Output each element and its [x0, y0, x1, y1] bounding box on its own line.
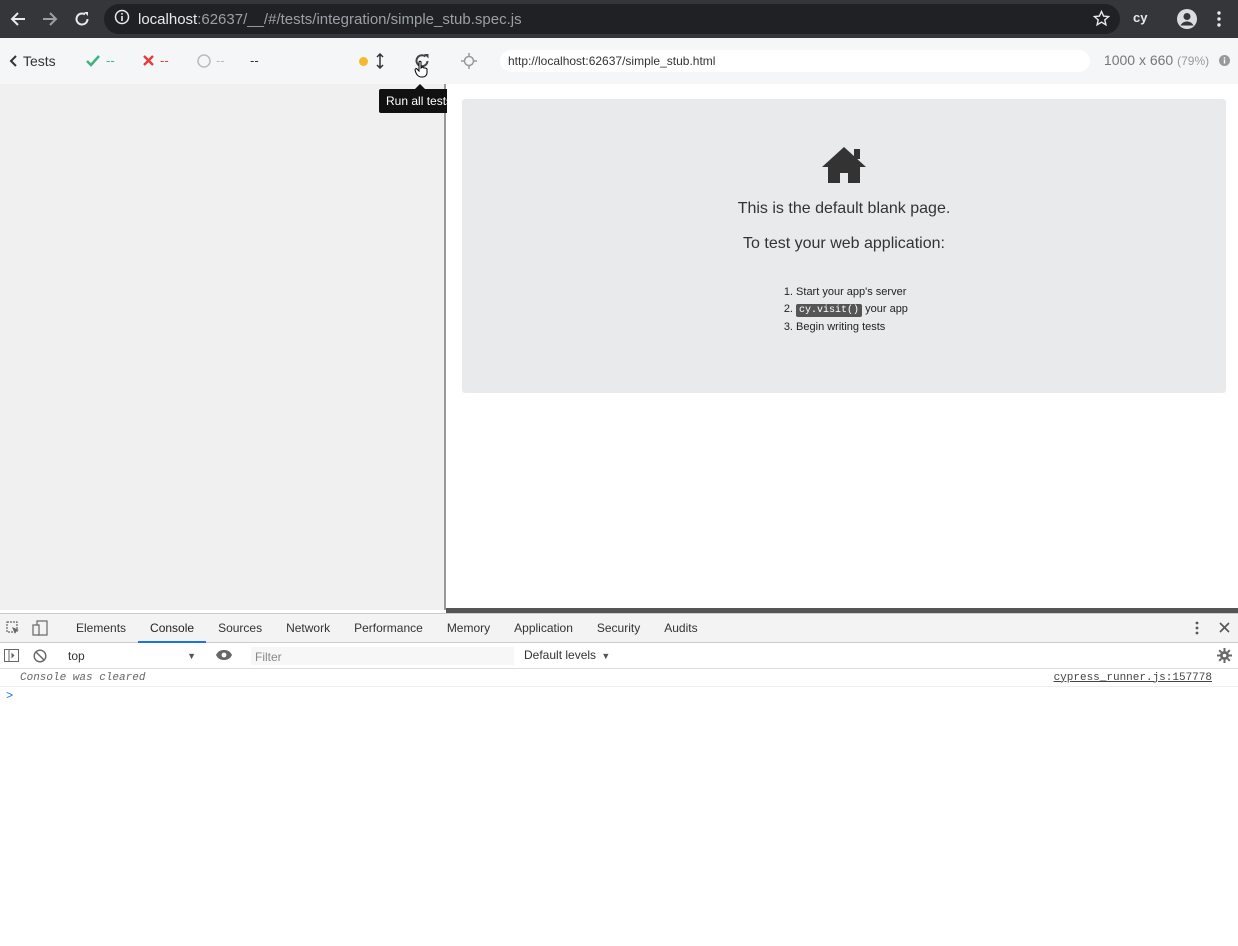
address-text: localhost:62637/__/#/tests/integration/s… — [138, 10, 522, 28]
viewport-info-icon — [1219, 53, 1230, 69]
auto-scroll-icon[interactable] — [376, 52, 384, 72]
bookmark-star-icon[interactable] — [1092, 9, 1111, 32]
setup-step: Begin writing tests — [796, 321, 908, 333]
selector-playground-icon[interactable] — [461, 53, 477, 74]
devtools-tabbar: Elements Console Sources Network Perform… — [0, 614, 1238, 643]
reporter-header: Tests -- -- -- -- — [0, 38, 446, 84]
close-devtools-icon[interactable] — [1219, 622, 1230, 636]
passed-count: -- — [86, 53, 115, 68]
address-bar[interactable]: localhost:62637/__/#/tests/integration/s… — [104, 4, 1120, 34]
aut-url-field[interactable]: http://localhost:62637/simple_stub.html — [500, 50, 1090, 72]
viewport-info[interactable]: 1000 x 660 (79%) — [1104, 52, 1230, 69]
context-value: top — [68, 649, 85, 663]
tab-application[interactable]: Application — [502, 614, 585, 643]
log-levels-dropdown[interactable]: Default levels ▼ — [524, 648, 610, 662]
passed-count-value: -- — [106, 53, 115, 68]
tab-elements[interactable]: Elements — [64, 614, 138, 643]
device-toolbar-icon[interactable] — [32, 620, 48, 639]
check-icon — [86, 54, 100, 67]
viewport-scale: (79%) — [1177, 54, 1210, 68]
console-message-text: Console was cleared — [20, 671, 146, 684]
clear-console-icon[interactable] — [33, 649, 47, 666]
browser-toolbar: localhost:62637/__/#/tests/integration/s… — [0, 0, 1238, 38]
console-source-link[interactable]: cypress_runner.js:157778 — [1054, 672, 1212, 684]
setup-step-text: your app — [862, 303, 908, 315]
tests-back-button[interactable]: Tests — [9, 53, 56, 69]
info-icon[interactable] — [114, 9, 130, 30]
tab-performance[interactable]: Performance — [342, 614, 435, 643]
devtools-panel: Elements Console Sources Network Perform… — [0, 613, 1238, 946]
failed-count: -- — [143, 53, 169, 68]
console-prompt[interactable]: > — [0, 687, 1238, 705]
setup-step: Start your app's server — [796, 286, 908, 298]
code-chip: cy.visit() — [796, 304, 863, 317]
console-toolbar: top ▼ Filter Default levels ▼ — [0, 643, 1238, 669]
console-sidebar-icon[interactable] — [4, 649, 19, 665]
eye-icon[interactable] — [215, 649, 233, 664]
setup-step: cy.visit() your app — [796, 303, 908, 317]
back-icon[interactable] — [2, 3, 34, 35]
runner-header: http://localhost:62637/simple_stub.html … — [446, 38, 1238, 84]
forward-icon[interactable] — [34, 3, 66, 35]
tab-network[interactable]: Network — [274, 614, 342, 643]
inspect-element-icon[interactable] — [6, 621, 20, 638]
reporter-panel — [0, 84, 446, 610]
dropdown-arrow-icon: ▼ — [187, 651, 196, 661]
tab-audits[interactable]: Audits — [652, 614, 709, 643]
profile-avatar-icon[interactable] — [1176, 8, 1198, 35]
chevron-left-icon — [9, 55, 17, 67]
blank-page-heading: This is the default blank page. — [737, 200, 951, 217]
log-levels-label: Default levels — [524, 648, 597, 662]
devtools-menu-icon[interactable] — [1195, 621, 1199, 638]
pending-count-value: -- — [216, 53, 225, 68]
tab-sources[interactable]: Sources — [206, 614, 274, 643]
cross-icon — [143, 55, 154, 66]
reload-icon[interactable] — [66, 3, 98, 35]
duration: -- — [250, 53, 259, 68]
tab-console[interactable]: Console — [138, 614, 207, 643]
pointer-cursor-icon — [414, 60, 430, 81]
default-blank-page: This is the default blank page. To test … — [462, 99, 1226, 393]
browser-menu-icon[interactable] — [1216, 10, 1222, 33]
house-icon — [462, 145, 1226, 190]
running-status-dot — [359, 57, 368, 66]
tab-security[interactable]: Security — [585, 614, 652, 643]
console-message: Console was cleared cypress_runner.js:15… — [0, 669, 1238, 687]
dropdown-arrow-icon: ▼ — [601, 651, 611, 661]
blank-page-subheading: To test your web application: — [743, 235, 945, 252]
pending-circle-icon — [197, 53, 211, 68]
cypress-extension-icon[interactable]: cy — [1133, 10, 1147, 25]
tab-memory[interactable]: Memory — [435, 614, 502, 643]
context-selector[interactable]: top ▼ — [62, 647, 202, 665]
setup-steps-list: Start your app's server cy.visit() your … — [780, 286, 908, 338]
failed-count-value: -- — [160, 53, 169, 68]
pending-count: -- — [197, 53, 225, 68]
tests-back-label: Tests — [23, 53, 56, 69]
console-settings-gear-icon[interactable] — [1217, 648, 1232, 666]
app-under-test-frame: This is the default blank page. To test … — [447, 84, 1238, 608]
viewport-size: 1000 x 660 — [1103, 52, 1174, 68]
console-filter-input[interactable]: Filter — [250, 646, 515, 666]
